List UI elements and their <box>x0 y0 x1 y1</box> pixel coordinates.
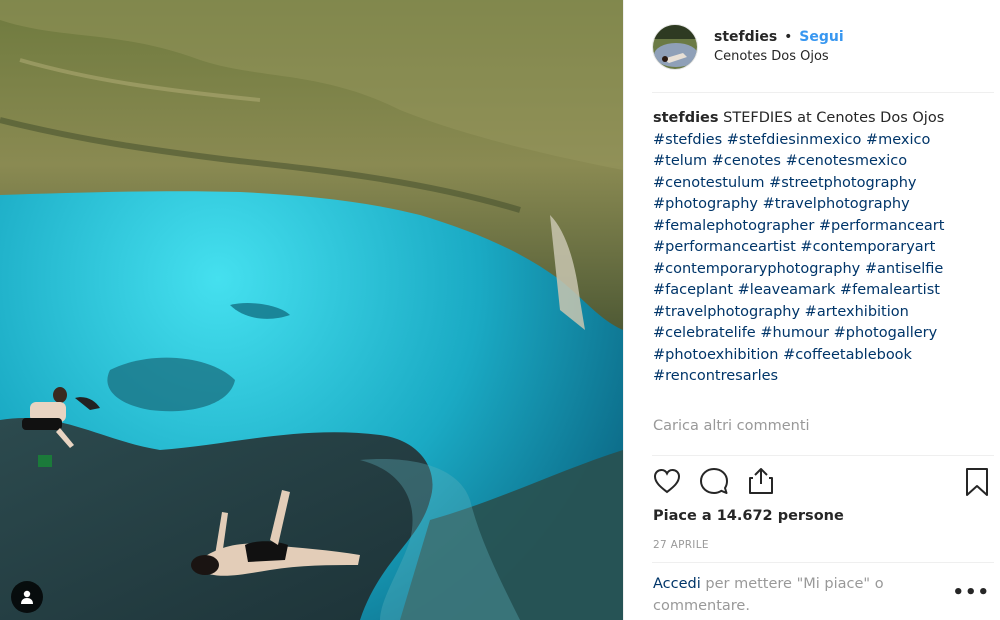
divider <box>652 562 994 563</box>
more-options-button[interactable]: ••• <box>952 582 990 603</box>
share-icon <box>749 468 773 494</box>
tagged-users-button[interactable] <box>11 581 43 613</box>
separator-dot: • <box>784 29 793 45</box>
divider <box>652 92 994 93</box>
divider <box>652 455 994 456</box>
like-button[interactable] <box>652 466 684 500</box>
hashtag-link[interactable]: #performanceart <box>819 218 945 234</box>
hashtag-link[interactable]: #femaleartist <box>840 282 940 298</box>
caption-comment: stefdies STEFDIES at Cenotes Dos Ojos #s… <box>653 108 988 388</box>
hashtag-link[interactable]: #cenotesmexico <box>786 153 908 169</box>
hashtag-link[interactable]: #coffeetablebook <box>783 347 912 363</box>
share-button[interactable] <box>746 466 778 500</box>
comment-button[interactable] <box>699 466 731 500</box>
follow-button[interactable]: Segui <box>799 29 843 45</box>
hashtag-link[interactable]: #stefdies <box>653 132 722 148</box>
hashtag-link[interactable]: #humour <box>760 325 829 341</box>
header-line: stefdies • Segui <box>714 28 844 46</box>
hashtag-link[interactable]: #faceplant <box>653 282 733 298</box>
avatar[interactable] <box>652 24 698 70</box>
hashtag-link[interactable]: #streetphotography <box>769 175 916 191</box>
hashtag-link[interactable]: #travelphotography <box>653 304 800 320</box>
login-link[interactable]: Accedi <box>653 576 701 592</box>
action-bar <box>652 466 994 502</box>
hashtag-link[interactable]: #telum <box>653 153 707 169</box>
post-side-panel: stefdies • Segui Cenotes Dos Ojos stefdi… <box>623 0 1000 620</box>
post-photo[interactable] <box>0 0 623 620</box>
hashtag-link[interactable]: #celebratelife <box>653 325 756 341</box>
hashtag-link[interactable]: #femalephotographer <box>653 218 814 234</box>
caption-text: STEFDIES at Cenotes Dos Ojos <box>723 110 945 126</box>
hashtag-link[interactable]: #performanceartist <box>653 239 796 255</box>
username-link[interactable]: stefdies <box>714 29 777 45</box>
login-prompt: Accedi per mettere "Mi piace" o commenta… <box>653 574 933 617</box>
post-header: stefdies • Segui Cenotes Dos Ojos <box>652 22 990 72</box>
user-icon <box>21 590 33 604</box>
hashtag-link[interactable]: #contemporaryart <box>800 239 935 255</box>
hashtag-link[interactable]: #photogallery <box>834 325 938 341</box>
hashtag-link[interactable]: #stefdiesinmexico <box>727 132 862 148</box>
hashtag-link[interactable]: #photography <box>653 196 758 212</box>
bookmark-icon <box>966 468 988 496</box>
cenote-scene-image <box>0 0 623 620</box>
hashtag-link[interactable]: #artexhibition <box>805 304 909 320</box>
hashtag-link[interactable]: #mexico <box>866 132 930 148</box>
hashtag-link[interactable]: #leaveamark <box>738 282 836 298</box>
hashtag-link[interactable]: #travelphotography <box>763 196 910 212</box>
avatar-image <box>653 25 697 69</box>
caption-username-link[interactable]: stefdies <box>653 110 719 126</box>
comment-icon <box>700 468 728 494</box>
hashtag-link[interactable]: #cenotestulum <box>653 175 764 191</box>
post-header-text: stefdies • Segui Cenotes Dos Ojos <box>714 28 844 66</box>
save-button[interactable] <box>962 466 994 500</box>
hashtag-link[interactable]: #rencontresarles <box>653 368 778 384</box>
hashtag-link[interactable]: #cenotes <box>712 153 781 169</box>
location-link[interactable]: Cenotes Dos Ojos <box>714 48 844 66</box>
hashtag-link[interactable]: #antiselfie <box>865 261 944 277</box>
post-date[interactable]: 27 APRILE <box>653 539 709 551</box>
heart-icon <box>653 468 681 494</box>
instagram-post: stefdies • Segui Cenotes Dos Ojos stefdi… <box>0 0 1000 620</box>
hashtag-link[interactable]: #photoexhibition <box>653 347 778 363</box>
hashtag-link[interactable]: #contemporaryphotography <box>653 261 860 277</box>
likes-count[interactable]: Piace a 14.672 persone <box>653 508 844 524</box>
load-more-comments-button[interactable]: Carica altri commenti <box>653 418 810 434</box>
hashtag-list: #stefdies #stefdiesinmexico #mexico #tel… <box>653 132 944 385</box>
